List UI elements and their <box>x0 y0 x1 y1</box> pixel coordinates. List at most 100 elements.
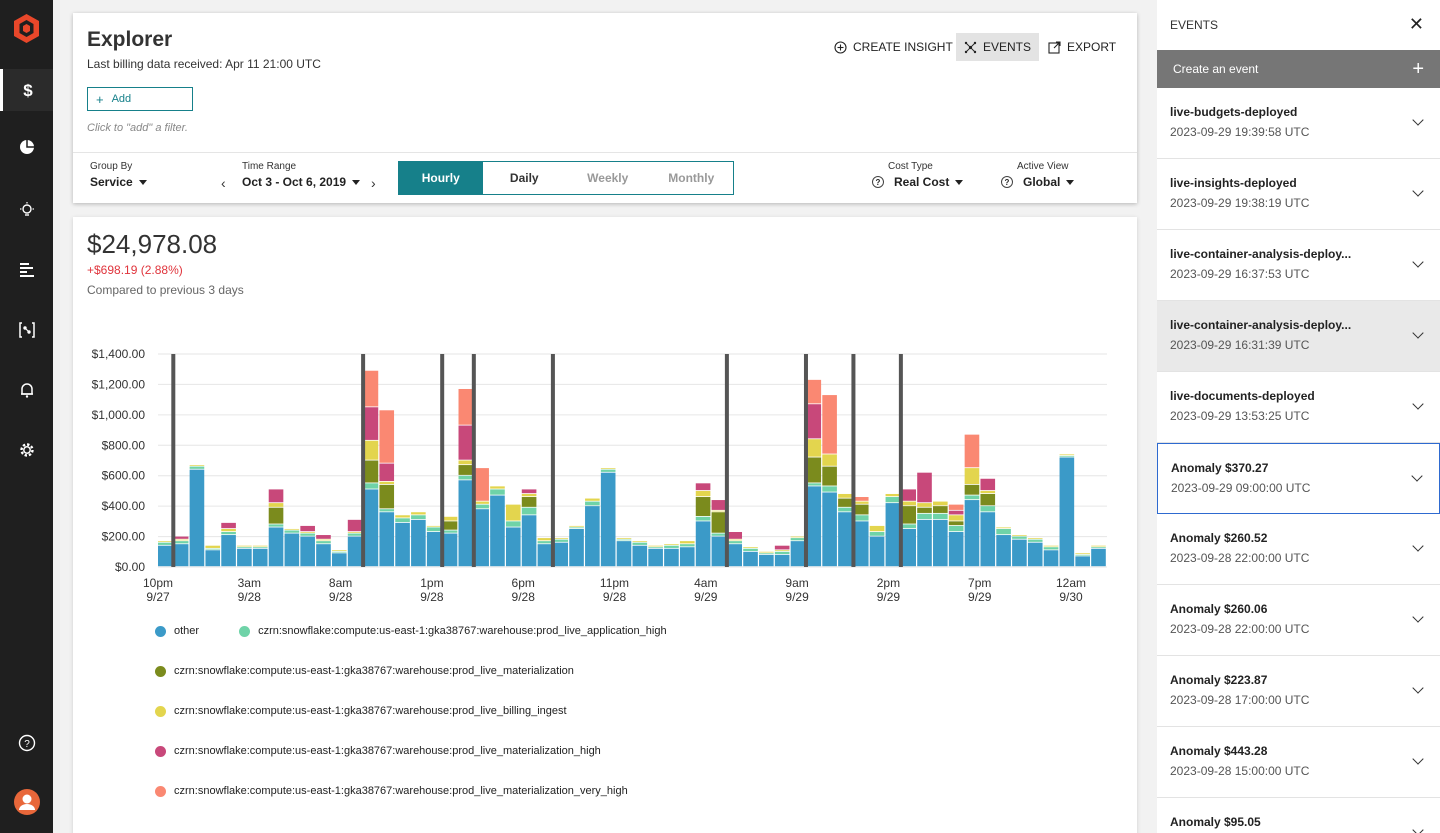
bar-segment[interactable] <box>490 489 505 495</box>
bar-segment[interactable] <box>221 535 236 567</box>
event-item[interactable]: live-container-analysis-deploy... 2023-09… <box>1157 301 1440 372</box>
active-view-control[interactable]: Active View ? Global <box>1001 161 1075 189</box>
bar-segment[interactable] <box>205 548 221 550</box>
bar-segment[interactable] <box>1091 545 1106 547</box>
bar-segment[interactable] <box>632 545 648 567</box>
bar-segment[interactable] <box>553 542 569 567</box>
bar-segment[interactable] <box>600 469 616 472</box>
bar-segment[interactable] <box>790 538 806 541</box>
bar-segment[interactable] <box>964 495 980 500</box>
time-range-prev-button[interactable]: ‹ <box>221 175 226 191</box>
granularity-daily[interactable]: Daily <box>483 162 567 194</box>
events-button[interactable]: EVENTS <box>956 33 1040 61</box>
bar-segment[interactable] <box>948 525 964 532</box>
bar-segment[interactable] <box>363 483 379 489</box>
bar-segment[interactable] <box>331 551 347 553</box>
add-filter-button[interactable]: + Add <box>87 87 193 111</box>
bar-segment[interactable] <box>1012 536 1027 539</box>
bar-segment[interactable] <box>885 493 901 497</box>
bar-segment[interactable] <box>727 541 743 544</box>
granularity-monthly[interactable]: Monthly <box>650 162 734 194</box>
event-marker[interactable] <box>803 354 808 567</box>
event-item[interactable]: Anomaly $260.06 2023-09-28 22:00:00 UTC <box>1157 585 1440 656</box>
bar-segment[interactable] <box>695 521 711 567</box>
bar-segment[interactable] <box>316 544 331 567</box>
bar-segment[interactable] <box>1012 539 1027 567</box>
bar-segment[interactable] <box>774 551 790 555</box>
bar-segment[interactable] <box>711 512 727 533</box>
bar-segment[interactable] <box>316 539 331 541</box>
bar-segment[interactable] <box>442 516 458 521</box>
bar-segment[interactable] <box>458 460 474 465</box>
bar-segment[interactable] <box>284 530 300 533</box>
event-marker[interactable] <box>898 354 903 567</box>
bar-segment[interactable] <box>316 541 331 544</box>
bar-segment[interactable] <box>933 513 948 520</box>
bar-segment[interactable] <box>1059 455 1075 457</box>
bar-segment[interactable] <box>474 468 489 501</box>
bar-segment[interactable] <box>1075 556 1090 567</box>
granularity-weekly[interactable]: Weekly <box>566 162 650 194</box>
bar-segment[interactable] <box>727 532 743 539</box>
bar-segment[interactable] <box>395 522 410 567</box>
event-marker[interactable] <box>361 354 366 567</box>
legend-item[interactable]: other <box>155 625 199 637</box>
time-range-next-button[interactable]: › <box>371 175 376 191</box>
chevron-down-icon[interactable] <box>1411 470 1423 482</box>
bar-segment[interactable] <box>553 538 569 539</box>
create-insight-button[interactable]: CREATE INSIGHT <box>826 33 961 61</box>
event-marker[interactable] <box>851 354 856 567</box>
bar-segment[interactable] <box>173 536 189 539</box>
bar-segment[interactable] <box>806 439 822 457</box>
legend-item[interactable]: czrn:snowflake:compute:us-east-1:gka3876… <box>155 705 567 717</box>
bar-segment[interactable] <box>189 469 205 567</box>
close-icon[interactable]: ✕ <box>1409 15 1424 33</box>
event-marker[interactable] <box>440 354 445 567</box>
bar-segment[interactable] <box>1043 547 1059 550</box>
bar-segment[interactable] <box>933 506 948 513</box>
bar-segment[interactable] <box>189 466 205 469</box>
bar-segment[interactable] <box>948 515 964 521</box>
bar-segment[interactable] <box>838 512 853 567</box>
event-marker[interactable] <box>171 354 176 567</box>
nav-reports-button[interactable] <box>0 126 53 168</box>
bar-segment[interactable] <box>774 545 790 550</box>
bar-segment[interactable] <box>1012 535 1027 536</box>
bar-segment[interactable] <box>806 457 822 483</box>
bar-segment[interactable] <box>268 503 284 507</box>
bar-segment[interactable] <box>347 519 363 532</box>
legend-item[interactable]: czrn:snowflake:compute:us-east-1:gka3876… <box>155 745 601 757</box>
bar-segment[interactable] <box>569 528 584 567</box>
bar-segment[interactable] <box>917 513 932 520</box>
bar-segment[interactable] <box>158 545 173 567</box>
bar-segment[interactable] <box>474 509 489 567</box>
bar-segment[interactable] <box>743 547 758 548</box>
chevron-down-icon[interactable] <box>1412 327 1424 339</box>
bar-segment[interactable] <box>1043 545 1059 547</box>
bar-segment[interactable] <box>790 536 806 538</box>
bar-segment[interactable] <box>727 539 743 541</box>
bar-segment[interactable] <box>838 498 853 507</box>
bar-segment[interactable] <box>442 521 458 530</box>
bar-segment[interactable] <box>237 547 252 548</box>
bar-segment[interactable] <box>996 528 1011 535</box>
bar-segment[interactable] <box>790 541 806 567</box>
bar-segment[interactable] <box>616 538 632 539</box>
bar-segment[interactable] <box>411 515 426 520</box>
bar-segment[interactable] <box>616 541 632 567</box>
bar-segment[interactable] <box>616 539 632 541</box>
bar-segment[interactable] <box>901 528 916 567</box>
bar-segment[interactable] <box>885 503 901 567</box>
bar-segment[interactable] <box>474 501 489 504</box>
bar-segment[interactable] <box>284 528 300 530</box>
bar-segment[interactable] <box>980 506 996 512</box>
granularity-hourly[interactable]: Hourly <box>399 162 483 194</box>
bar-segment[interactable] <box>917 519 932 567</box>
nav-help-button[interactable]: ? <box>0 722 53 764</box>
bar-segment[interactable] <box>664 548 679 567</box>
bar-segment[interactable] <box>853 521 869 567</box>
bar-segment[interactable] <box>553 539 569 542</box>
bar-segment[interactable] <box>980 478 996 491</box>
bar-segment[interactable] <box>838 507 853 512</box>
export-button[interactable]: EXPORT <box>1040 33 1124 61</box>
